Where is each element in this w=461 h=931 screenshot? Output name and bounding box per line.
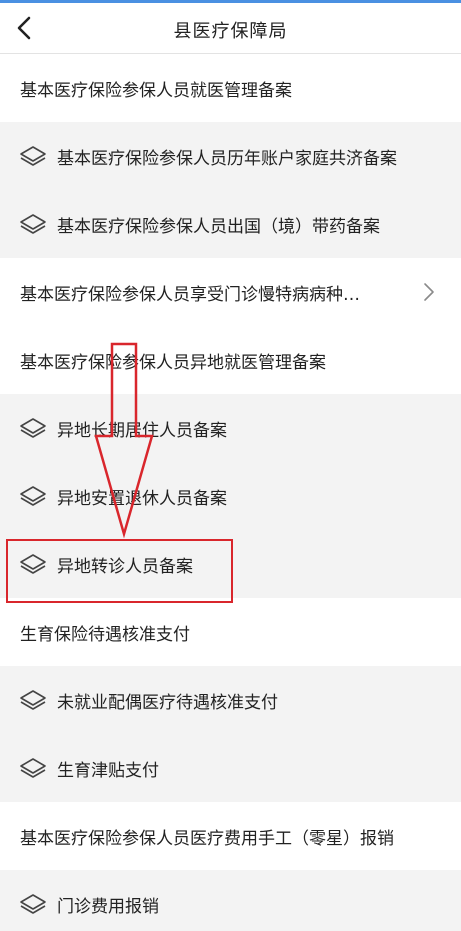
list-item-retiree-resettlement-filing[interactable]: 异地安置退休人员备案 (0, 462, 461, 530)
layers-icon (20, 214, 46, 234)
category-label: 基本医疗保险参保人员享受门诊慢特病病种… (20, 284, 360, 305)
list-item-outpatient-reimbursement[interactable]: 门诊费用报销 (0, 870, 461, 931)
list-item-label: 异地长期居住人员备案 (57, 420, 227, 441)
category-label: 基本医疗保险参保人员就医管理备案 (20, 80, 292, 101)
list-item-label: 异地转诊人员备案 (57, 556, 193, 577)
category-row-manual-reimbursement: 基本医疗保险参保人员医疗费用手工（零星）报销 (0, 802, 461, 870)
category-label: 基本医疗保险参保人员异地就医管理备案 (20, 352, 326, 373)
category-row-remote-medical-management: 基本医疗保险参保人员异地就医管理备案 (0, 326, 461, 394)
list-item-long-term-residence-filing[interactable]: 异地长期居住人员备案 (0, 394, 461, 462)
list-item-abroad-medicine-filing[interactable]: 基本医疗保险参保人员出国（境）带药备案 (0, 190, 461, 258)
category-row-maternity-insurance: 生育保险待遇核准支付 (0, 598, 461, 666)
layers-icon (20, 894, 46, 914)
list-item-label: 基本医疗保险参保人员历年账户家庭共济备案 (57, 148, 397, 169)
list-item-label: 门诊费用报销 (57, 896, 159, 917)
list-item-referral-filing[interactable]: 异地转诊人员备案 (0, 530, 461, 598)
layers-icon (20, 418, 46, 438)
service-list: 基本医疗保险参保人员就医管理备案 基本医疗保险参保人员历年账户家庭共济备案 基本… (0, 54, 461, 931)
list-item-label: 异地安置退休人员备案 (57, 488, 227, 509)
chevron-right-icon (424, 283, 434, 301)
category-label: 生育保险待遇核准支付 (20, 624, 190, 645)
category-label: 基本医疗保险参保人员医疗费用手工（零星）报销 (20, 828, 394, 849)
page-title: 县医疗保障局 (173, 21, 288, 42)
list-item-family-account-filing[interactable]: 基本医疗保险参保人员历年账户家庭共济备案 (0, 122, 461, 190)
layers-icon (20, 486, 46, 506)
category-row-chronic-disease[interactable]: 基本医疗保险参保人员享受门诊慢特病病种… (0, 258, 461, 326)
category-row-medical-management: 基本医疗保险参保人员就医管理备案 (0, 54, 461, 122)
layers-icon (20, 554, 46, 574)
list-item-unemployed-spouse-payment[interactable]: 未就业配偶医疗待遇核准支付 (0, 666, 461, 734)
layers-icon (20, 146, 46, 166)
layers-icon (20, 758, 46, 778)
header-bar: 县医疗保障局 (0, 3, 461, 54)
list-item-label: 基本医疗保险参保人员出国（境）带药备案 (57, 216, 380, 237)
list-item-maternity-allowance[interactable]: 生育津贴支付 (0, 734, 461, 802)
list-item-label: 生育津贴支付 (57, 760, 159, 781)
layers-icon (20, 690, 46, 710)
list-item-label: 未就业配偶医疗待遇核准支付 (57, 692, 278, 713)
